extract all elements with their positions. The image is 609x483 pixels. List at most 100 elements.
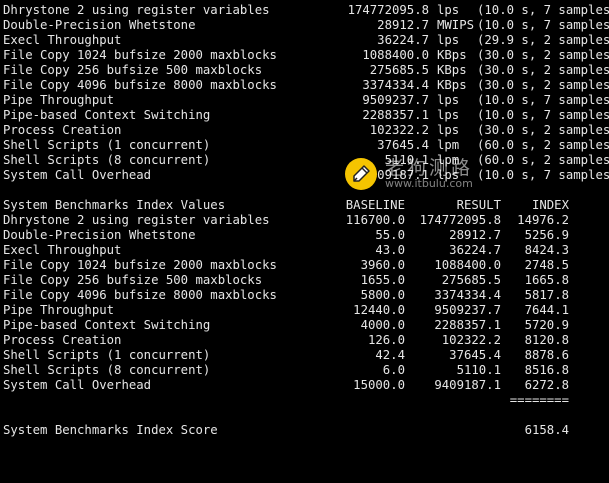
baseline-value: 6.0 [382,363,405,377]
terminal-output: Dhrystone 2 using register variables 1747… [3,3,609,438]
benchmark-value: 2288357.1 [362,108,429,122]
benchmark-samples: (30.0 s, 2 samples) [477,48,609,62]
index-section: Dhrystone 2 using register variables 1167… [3,213,605,393]
index-header-row: System Benchmarks Index Values BASELINE … [3,198,605,213]
benchmark-value: 28912.7 [377,18,429,32]
result-value: 102322.2 [441,333,501,347]
index-name: Shell Scripts (1 concurrent) [3,348,211,362]
benchmark-name: File Copy 1024 bufsize 2000 maxblocks [3,48,277,62]
benchmark-samples: (10.0 s, 7 samples) [477,93,609,107]
benchmark-unit: lps [437,3,460,17]
benchmark-samples: (10.0 s, 7 samples) [477,168,609,182]
benchmark-name: Double-Precision Whetstone [3,18,196,32]
score-row: System Benchmarks Index Score 6158.4 [3,423,605,438]
benchmark-unit: KBps [437,63,467,77]
index-name: Dhrystone 2 using register variables [3,213,270,227]
index-row: System Call Overhead 15000.0 9409187.1 6272… [3,378,605,393]
benchmark-value: 36224.7 [377,33,429,47]
baseline-value: 3960.0 [360,258,405,272]
benchmark-name: Shell Scripts (1 concurrent) [3,138,211,152]
index-value: 8120.8 [524,333,569,347]
index-row: Execl Throughput 43.0 36224.7 8424.3 [3,243,605,258]
result-value: 2288357.1 [434,318,501,332]
benchmark-unit: lpm [437,153,460,167]
index-row: File Copy 1024 bufsize 2000 maxblocks 396… [3,258,605,273]
index-row: Pipe Throughput 12440.0 9509237.7 7644.1 [3,303,605,318]
result-row: File Copy 4096 bufsize 8000 maxblocks 337… [3,78,609,93]
index-title: System Benchmarks Index Values [3,198,226,212]
benchmark-unit: lps [437,123,460,137]
index-name: File Copy 4096 bufsize 8000 maxblocks [3,288,277,302]
benchmark-value: 37645.4 [377,138,429,152]
benchmark-value: 9509237.7 [362,93,429,107]
benchmark-samples: (30.0 s, 2 samples) [477,123,609,137]
index-header: INDEX [531,198,569,212]
index-value: 2748.5 [524,258,569,272]
baseline-value: 4000.0 [360,318,405,332]
benchmark-samples: (29.9 s, 2 samples) [477,33,609,47]
baseline-value: 116700.0 [345,213,405,227]
index-name: Shell Scripts (8 concurrent) [3,363,211,377]
benchmark-value: 275685.5 [369,63,429,77]
benchmark-value: 9409187.1 [362,168,429,182]
result-value: 37645.4 [449,348,501,362]
result-row: File Copy 1024 bufsize 2000 maxblocks 108… [3,48,609,63]
benchmark-name: Execl Throughput [3,33,122,47]
baseline-value: 5800.0 [360,288,405,302]
benchmark-name: File Copy 256 bufsize 500 maxblocks [3,63,263,77]
index-name: Execl Throughput [3,243,122,257]
index-score: 6158.4 [524,423,569,437]
index-value: 5817.8 [524,288,569,302]
index-row: Dhrystone 2 using register variables 1167… [3,213,605,228]
index-name: Process Creation [3,333,122,347]
benchmark-samples: (30.0 s, 2 samples) [477,78,609,92]
benchmark-name: Shell Scripts (8 concurrent) [3,153,211,167]
result-value: 5110.1 [456,363,501,377]
benchmark-value: 5110.1 [384,153,429,167]
result-value: 28912.7 [449,228,501,242]
results-section: Dhrystone 2 using register variables 1747… [3,3,609,183]
benchmark-name: Process Creation [3,123,122,137]
benchmark-unit: MWIPS [437,18,475,32]
baseline-value: 126.0 [367,333,405,347]
index-name: System Call Overhead [3,378,152,392]
index-row: Double-Precision Whetstone 55.0 28912.7 525… [3,228,605,243]
index-value: 5256.9 [524,228,569,242]
benchmark-name: Pipe Throughput [3,93,115,107]
result-header: RESULT [456,198,501,212]
result-row: System Call Overhead 9409187.1 lps (10.0 s,… [3,168,609,183]
result-value: 36224.7 [449,243,501,257]
benchmark-unit: KBps [437,78,467,92]
result-row: Process Creation 102322.2 lps (30.0 s, 2 sa… [3,123,609,138]
benchmark-samples: (10.0 s, 7 samples) [477,3,609,17]
index-value: 8516.8 [524,363,569,377]
index-value: 5720.9 [524,318,569,332]
index-value: 8424.3 [524,243,569,257]
benchmark-value: 3374334.4 [362,78,429,92]
benchmark-value: 1088400.0 [362,48,429,62]
result-value: 3374334.4 [434,288,501,302]
index-value: 8878.6 [524,348,569,362]
index-row: Process Creation 126.0 102322.2 8120.8 [3,333,605,348]
benchmark-samples: (10.0 s, 7 samples) [477,108,609,122]
baseline-value: 15000.0 [353,378,405,392]
index-name: File Copy 1024 bufsize 2000 maxblocks [3,258,277,272]
benchmark-name: File Copy 4096 bufsize 8000 maxblocks [3,78,277,92]
score-label: System Benchmarks Index Score [3,423,218,437]
benchmark-unit: lpm [437,138,460,152]
baseline-value: 42.4 [375,348,405,362]
index-value: 7644.1 [524,303,569,317]
benchmark-name: Pipe-based Context Switching [3,108,211,122]
index-row: File Copy 4096 bufsize 8000 maxblocks 580… [3,288,605,303]
benchmark-name: System Call Overhead [3,168,152,182]
result-value: 275685.5 [441,273,501,287]
benchmark-value: 102322.2 [369,123,429,137]
benchmark-samples: (60.0 s, 2 samples) [477,153,609,167]
result-value: 1088400.0 [434,258,501,272]
benchmark-unit: KBps [437,48,467,62]
result-row: Dhrystone 2 using register variables 1747… [3,3,609,18]
result-row: Shell Scripts (1 concurrent) 37645.4 lpm (6… [3,138,609,153]
baseline-value: 43.0 [375,243,405,257]
benchmark-samples: (10.0 s, 7 samples) [477,18,609,32]
